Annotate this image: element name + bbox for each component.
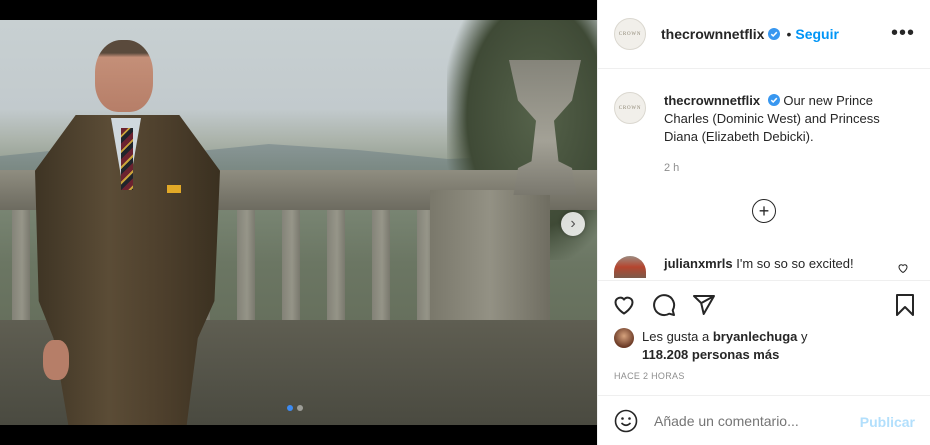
carousel-dot-active xyxy=(287,405,293,411)
carousel-dots xyxy=(287,405,303,411)
photo-man xyxy=(35,40,220,425)
caption-text-block: thecrownnetflix Our new Prince Charles (… xyxy=(664,92,914,146)
more-horizontal-icon[interactable]: ••• xyxy=(891,23,915,43)
likes-text: Les gusta a bryanlechuga y 118.208 perso… xyxy=(642,328,808,364)
verified-icon xyxy=(767,94,780,106)
photo-pocket-square xyxy=(167,185,181,193)
comment-text: I'm so so so excited! xyxy=(736,256,854,271)
comment-input[interactable] xyxy=(654,412,844,429)
photo-hand xyxy=(43,340,69,380)
carousel-next-button[interactable]: › xyxy=(561,212,585,236)
comment-avatar[interactable] xyxy=(614,256,646,278)
like-heart-icon[interactable] xyxy=(612,293,636,317)
follow-button[interactable]: Seguir xyxy=(795,26,839,42)
likes-prefix: Les gusta a xyxy=(642,329,710,344)
caption-time: 2 h xyxy=(664,162,680,174)
photo-head xyxy=(95,40,153,112)
bookmark-icon xyxy=(896,294,914,316)
likes-summary: Les gusta a bryanlechuga y 118.208 perso… xyxy=(614,328,808,364)
post-header: CROWN thecrownnetflix • Seguir ••• xyxy=(598,0,930,69)
caption-username[interactable]: thecrownnetflix xyxy=(664,93,760,108)
likes-count[interactable]: 118.208 personas más xyxy=(642,347,779,362)
chevron-right-icon: › xyxy=(570,215,576,232)
likes-and: y xyxy=(801,329,808,344)
emoji-icon[interactable] xyxy=(614,409,638,433)
liker-avatar[interactable] xyxy=(614,328,634,348)
carousel-dot xyxy=(297,405,303,411)
comment-item: julianxmrls I'm so so so excited! xyxy=(614,256,914,278)
instagram-post-modal: › CROWN thecrownnetflix • Seguir ••• CRO… xyxy=(0,0,930,445)
comment-text-block: julianxmrls I'm so so so excited! xyxy=(664,256,854,271)
load-more-comments-button[interactable]: + xyxy=(752,199,776,223)
posted-ago: HACE 2 HORAS xyxy=(614,371,685,381)
publish-button[interactable]: Publicar xyxy=(860,414,915,430)
likes-user[interactable]: bryanlechuga xyxy=(713,329,798,344)
post-photo[interactable] xyxy=(0,20,597,425)
action-icons xyxy=(612,293,716,317)
caption-avatar[interactable]: CROWN xyxy=(614,92,646,124)
post-actions: Les gusta a bryanlechuga y 118.208 perso… xyxy=(598,280,930,395)
save-bookmark-button[interactable] xyxy=(893,293,917,317)
comment-like-icon[interactable] xyxy=(897,262,909,274)
header-separator: • xyxy=(786,26,792,42)
post-side-panel: CROWN thecrownnetflix • Seguir ••• CROWN… xyxy=(597,0,930,445)
share-direct-icon[interactable] xyxy=(692,293,716,317)
post-caption: CROWN thecrownnetflix Our new Prince Cha… xyxy=(614,92,914,146)
avatar-logo-text: CROWN xyxy=(618,105,642,111)
avatar-logo-text: CROWN xyxy=(618,31,642,37)
plus-icon: + xyxy=(758,201,770,221)
header-username[interactable]: thecrownnetflix xyxy=(661,26,764,42)
comment-username[interactable]: julianxmrls xyxy=(664,256,733,271)
verified-icon xyxy=(768,28,781,40)
comment-bubble-icon[interactable] xyxy=(652,293,676,317)
photo-tie xyxy=(121,128,133,190)
avatar[interactable]: CROWN xyxy=(614,18,646,50)
add-comment-bar: Publicar xyxy=(598,395,930,445)
